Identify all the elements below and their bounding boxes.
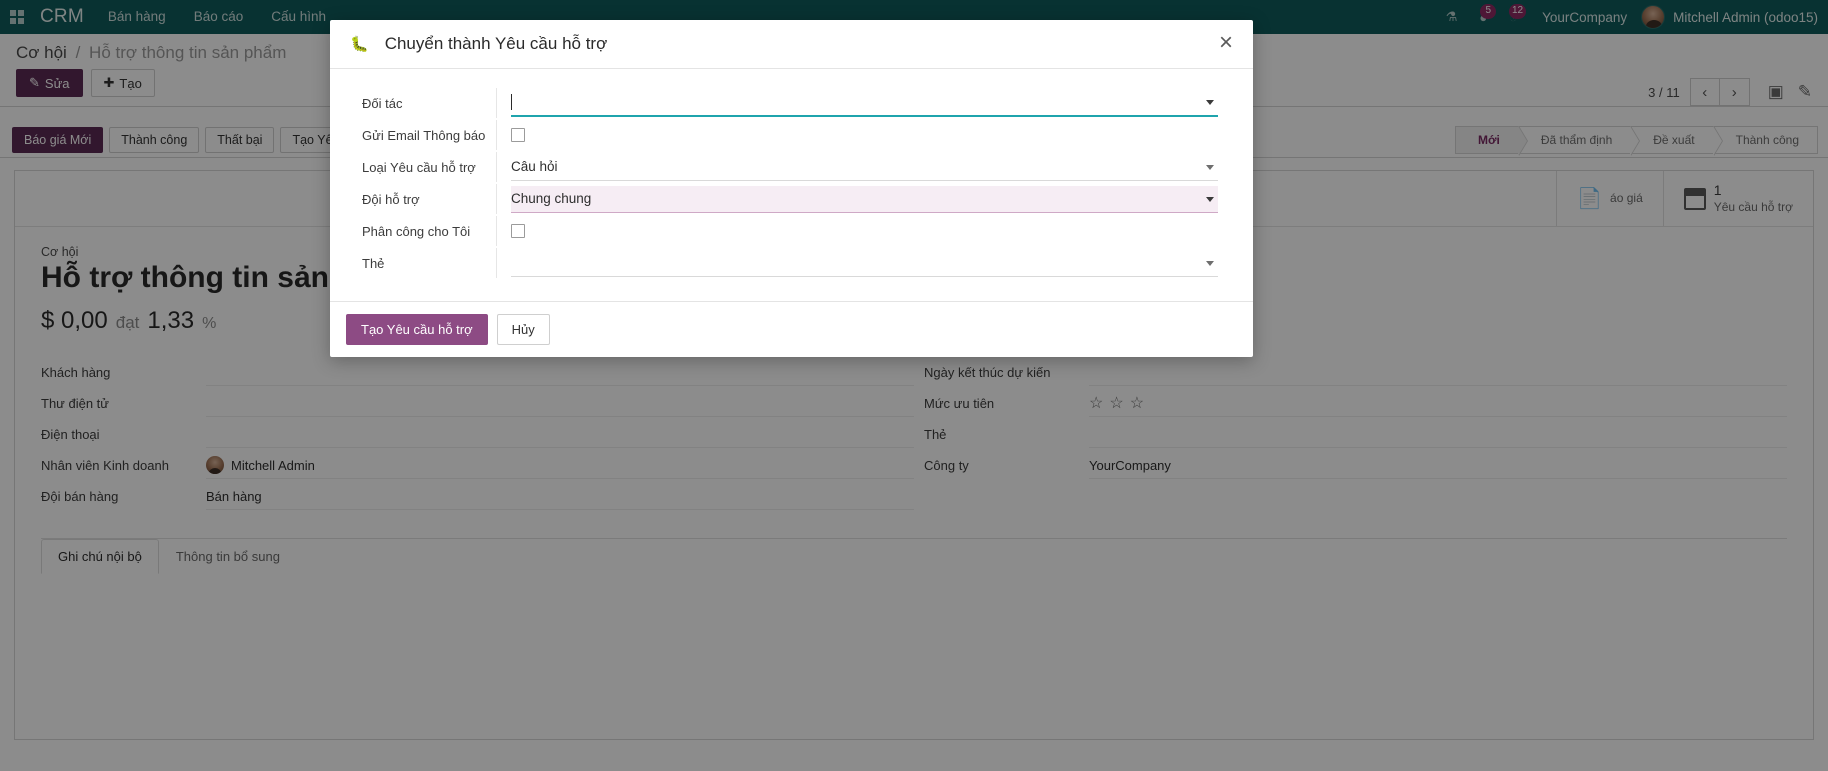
modal-title: Chuyển thành Yêu cầu hỗ trợ xyxy=(385,34,608,54)
helpdesk-team-value: Chung chung xyxy=(511,191,591,206)
create-ticket-button[interactable]: Tạo Yêu cầu hỗ trợ xyxy=(346,314,488,345)
modal-label-helpdesk-team: Đội hỗ trợ xyxy=(346,192,496,207)
modal-label-partner: Đối tác xyxy=(346,96,496,111)
assign-to-me-checkbox[interactable] xyxy=(511,224,525,238)
modal-footer: Tạo Yêu cầu hỗ trợ Hủy xyxy=(330,301,1253,357)
modal-label-tags: Thẻ xyxy=(346,256,496,271)
modal-field-tags-inner xyxy=(511,250,1218,277)
bug-icon: 🐛 xyxy=(350,35,369,53)
modal-field-row-send-email: Gửi Email Thông báo xyxy=(346,119,1237,151)
partner-input[interactable] xyxy=(511,90,1218,117)
tags-input[interactable] xyxy=(511,250,1218,277)
helpdesk-team-input[interactable]: Chung chung xyxy=(511,186,1218,213)
modal-field-ticket-type-cell: Câu hỏi xyxy=(496,152,1237,182)
modal-field-row-helpdesk-team: Đội hỗ trợ Chung chung xyxy=(346,183,1237,215)
text-caret xyxy=(511,94,512,110)
modal-field-partner-inner xyxy=(511,90,1218,117)
chevron-down-icon[interactable] xyxy=(1206,261,1214,266)
modal-label-ticket-type: Loại Yêu cầu hỗ trợ xyxy=(346,160,496,175)
chevron-down-icon[interactable] xyxy=(1206,165,1214,170)
modal-label-assign-to-me: Phân công cho Tôi xyxy=(346,224,496,239)
modal-field-helpdesk-team-cell: Chung chung xyxy=(496,184,1237,214)
modal-field-ticket-type-inner: Câu hỏi xyxy=(511,154,1218,181)
ticket-type-value: Câu hỏi xyxy=(511,159,558,174)
modal-label-send-email: Gửi Email Thông báo xyxy=(346,128,496,143)
modal-header: 🐛 Chuyển thành Yêu cầu hỗ trợ × xyxy=(330,20,1253,69)
modal-field-helpdesk-team-inner: Chung chung xyxy=(511,186,1218,213)
cancel-button[interactable]: Hủy xyxy=(497,314,550,345)
modal-field-tags-cell xyxy=(496,248,1237,278)
modal-form: Đối tác Gửi Email Thông báo xyxy=(346,87,1237,279)
modal-body: Đối tác Gửi Email Thông báo xyxy=(330,69,1253,301)
chevron-down-icon[interactable] xyxy=(1206,197,1214,202)
convert-to-ticket-dialog: 🐛 Chuyển thành Yêu cầu hỗ trợ × Đối tác xyxy=(330,20,1253,357)
close-icon[interactable]: × xyxy=(1215,31,1237,55)
modal-field-row-assign-to-me: Phân công cho Tôi xyxy=(346,215,1237,247)
chevron-down-icon[interactable] xyxy=(1206,100,1214,105)
modal-field-row-partner: Đối tác xyxy=(346,87,1237,119)
modal-field-partner-cell xyxy=(496,88,1237,118)
modal-field-row-ticket-type: Loại Yêu cầu hỗ trợ Câu hỏi xyxy=(346,151,1237,183)
modal-field-send-email-cell xyxy=(496,120,1237,150)
modal-field-assign-to-me-cell xyxy=(496,216,1237,246)
ticket-type-input[interactable]: Câu hỏi xyxy=(511,154,1218,181)
app-root: CRM Bán hàng Báo cáo Cấu hình ⚗ ● 5 ◔ 12… xyxy=(0,0,1828,771)
modal-field-row-tags: Thẻ xyxy=(346,247,1237,279)
send-email-checkbox[interactable] xyxy=(511,128,525,142)
